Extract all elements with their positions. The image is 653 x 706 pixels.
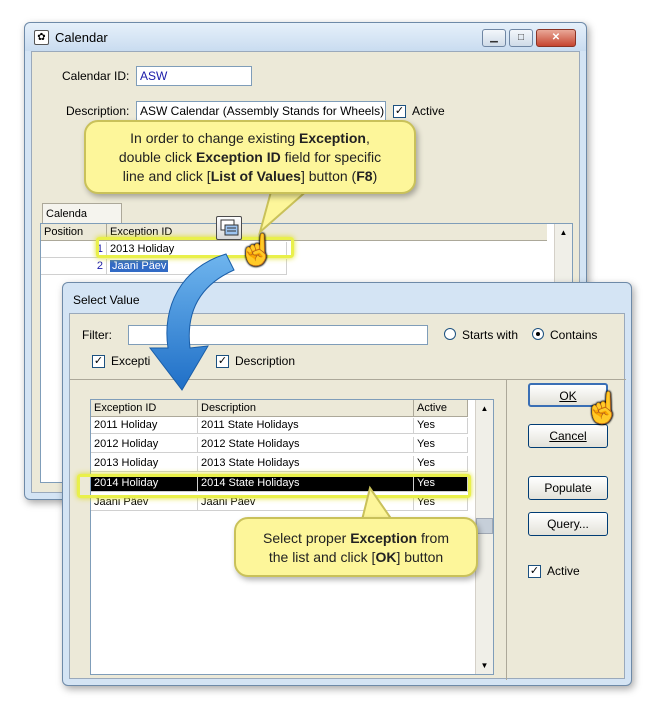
active-filter-checkbox[interactable]: ✓: [528, 565, 541, 578]
cell-description[interactable]: 2013 State Holidays: [198, 456, 414, 472]
active-label: Active: [412, 104, 445, 118]
description-label: Description:: [66, 104, 130, 118]
column-header-exception-id[interactable]: Exception ID: [91, 400, 198, 417]
active-checkbox[interactable]: ✓: [393, 105, 406, 118]
cell-exception-id[interactable]: 2011 Holiday: [91, 418, 198, 434]
contains-label: Contains: [550, 328, 598, 342]
hand-cursor-ok-icon: ☝: [584, 392, 622, 425]
cell-exception-id[interactable]: 2013 Holiday: [91, 456, 198, 472]
scroll-down-icon[interactable]: ▼: [476, 661, 493, 670]
starts-with-radio[interactable]: [444, 328, 456, 340]
description-input[interactable]: ASW Calendar (Assembly Stands for Wheels…: [136, 101, 386, 121]
cancel-button[interactable]: Cancel: [528, 424, 608, 448]
active-filter-label: Active: [547, 564, 580, 578]
scroll-up-icon[interactable]: ▲: [555, 228, 572, 237]
column-header-description[interactable]: Description: [198, 400, 414, 417]
panel-divider: [506, 380, 507, 680]
starts-with-label: Starts with: [462, 328, 519, 342]
callout-bottom-line-1: Select proper Exception from: [263, 530, 449, 546]
calendar-titlebar: ✿ Calendar ▁ □ ✕: [25, 23, 586, 51]
exception-filter-checkbox[interactable]: ✓: [92, 355, 105, 368]
populate-button[interactable]: Populate: [528, 476, 608, 500]
cell-active[interactable]: Yes: [414, 456, 468, 472]
callout-top-line-2: double click Exception ID field for spec…: [118, 149, 382, 165]
calendar-title: Calendar: [55, 30, 108, 45]
calendar-app-icon: ✿: [34, 30, 49, 45]
callout-bottom: Select proper Exception from the list an…: [234, 517, 478, 577]
close-button[interactable]: ✕: [536, 29, 576, 47]
cell-description[interactable]: 2012 State Holidays: [198, 437, 414, 453]
callout-top-line-1: In order to change existing Exception,: [130, 130, 370, 146]
cell-active[interactable]: Yes: [414, 437, 468, 453]
filter-label: Filter:: [82, 328, 112, 342]
description-filter-label: Description: [235, 354, 296, 368]
query-button[interactable]: Query...: [528, 512, 608, 536]
minimize-button[interactable]: ▁: [482, 29, 506, 47]
scroll-up-icon[interactable]: ▲: [476, 404, 493, 413]
calendar-id-input[interactable]: ASW: [136, 66, 252, 86]
cell-description[interactable]: 2011 State Holidays: [198, 418, 414, 434]
maximize-button[interactable]: □: [509, 29, 533, 47]
highlight-selected-row: [77, 474, 471, 498]
tab-calendar[interactable]: Calenda: [42, 203, 122, 223]
cell-active[interactable]: Yes: [414, 418, 468, 434]
table-cell-position[interactable]: 2: [41, 259, 107, 275]
column-header-active[interactable]: Active: [414, 400, 468, 417]
cell-exception-id[interactable]: 2012 Holiday: [91, 437, 198, 453]
scrollbar-thumb[interactable]: [476, 518, 493, 534]
hand-cursor-icon: ☝: [238, 234, 276, 267]
calendar-id-label: Calendar ID:: [62, 69, 130, 83]
curved-arrow-icon: [148, 253, 235, 391]
callout-bottom-line-2: the list and click [OK] button: [268, 549, 444, 565]
callout-top: In order to change existing Exception, d…: [84, 120, 416, 194]
contains-radio[interactable]: [532, 328, 544, 340]
callout-top-line-3: line and click [List of Values] button (…: [122, 168, 378, 184]
